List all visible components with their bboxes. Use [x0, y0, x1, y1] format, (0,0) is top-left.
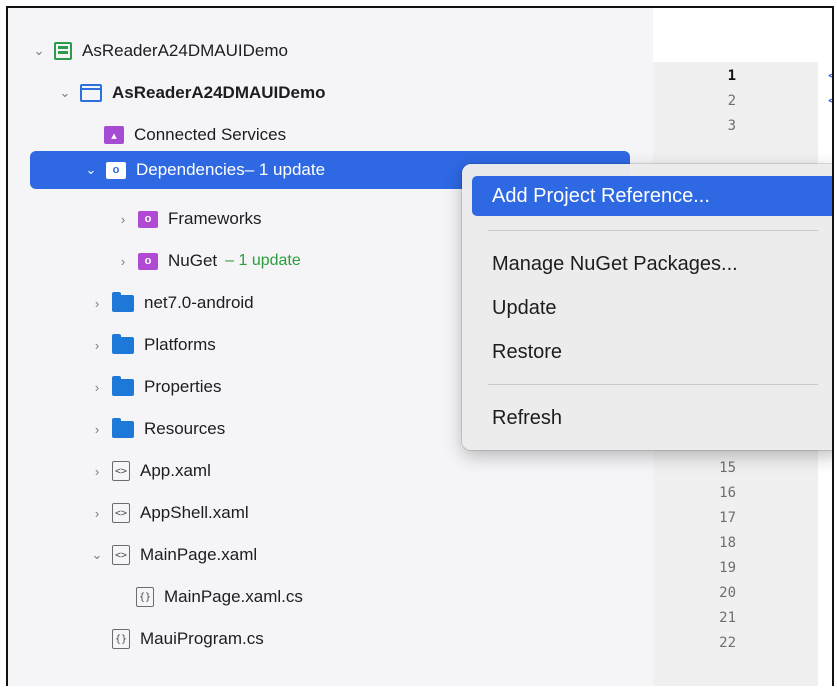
mainpage-cs-label: MainPage.xaml.cs: [164, 587, 303, 606]
line-number: 22: [719, 635, 736, 651]
chevron-right-icon[interactable]: ›: [88, 504, 106, 522]
tree-item-mainpage-xaml[interactable]: ⌄ <> MainPage.xaml: [88, 536, 637, 574]
tree-item-project[interactable]: ⌄ AsReaderA24DMAUIDemo: [56, 74, 637, 112]
app-xaml-label: App.xaml: [140, 461, 211, 480]
line-number: 21: [719, 610, 736, 626]
menu-item-update[interactable]: Update: [472, 288, 832, 328]
chevron-right-icon[interactable]: ›: [88, 462, 106, 480]
line-number: 18: [719, 535, 736, 551]
tree-item-solution[interactable]: ⌄ AsReaderA24DMAUIDemo: [30, 32, 637, 70]
menu-item-add-project-reference[interactable]: Add Project Reference...: [472, 176, 832, 216]
chevron-right-icon[interactable]: ›: [88, 294, 106, 312]
menu-item-refresh[interactable]: Refresh: [472, 398, 832, 438]
xaml-file-icon: <>: [112, 461, 130, 481]
tree-item-appshell-xaml[interactable]: › <> AppShell.xaml: [88, 494, 637, 532]
chevron-right-icon[interactable]: ›: [88, 378, 106, 396]
code-token: <: [828, 93, 832, 109]
line-number: 17: [719, 510, 736, 526]
nuget-update-badge: – 1 update: [225, 252, 301, 269]
properties-label: Properties: [144, 377, 222, 396]
line-number: 16: [719, 485, 736, 501]
tree-item-connected-services[interactable]: ▴ Connected Services: [104, 116, 637, 154]
platforms-label: Platforms: [144, 335, 216, 354]
context-menu: Add Project Reference... Manage NuGet Pa…: [462, 164, 832, 450]
tree-item-mainpage-cs[interactable]: {} MainPage.xaml.cs: [136, 578, 637, 616]
folder-icon: [112, 333, 134, 354]
line-number: 15: [719, 460, 736, 476]
folder-icon: [112, 291, 134, 312]
tree-item-mauiprogram-cs[interactable]: {} MauiProgram.cs: [112, 620, 637, 658]
chevron-down-icon[interactable]: ⌄: [30, 42, 48, 60]
line-number: 1: [727, 68, 736, 84]
code-token: <: [828, 68, 832, 84]
resources-label: Resources: [144, 419, 226, 438]
dependencies-icon: o: [106, 161, 126, 179]
connected-services-icon: ▴: [104, 126, 124, 144]
project-label: AsReaderA24DMAUIDemo: [112, 83, 326, 102]
dependencies-label: Dependencies: [136, 160, 245, 179]
ide-window: ⌄ AsReaderA24DMAUIDemo ⌄ AsReaderA24DMAU…: [6, 6, 834, 686]
line-number: 20: [719, 585, 736, 601]
chevron-down-icon[interactable]: ⌄: [82, 161, 100, 179]
frameworks-icon: o: [138, 210, 158, 228]
chevron-right-icon[interactable]: ›: [114, 252, 132, 270]
frameworks-label: Frameworks: [168, 209, 262, 228]
folder-icon: [112, 375, 134, 396]
folder-icon: [112, 417, 134, 438]
dependencies-update-badge: – 1 update: [244, 160, 326, 179]
connected-services-label: Connected Services: [134, 125, 287, 144]
xaml-file-icon: <>: [112, 545, 130, 565]
menu-item-restore[interactable]: Restore: [472, 332, 832, 372]
tree-item-app-xaml[interactable]: › <> App.xaml: [88, 452, 637, 490]
chevron-down-icon[interactable]: ⌄: [56, 84, 74, 102]
net7-android-label: net7.0-android: [144, 293, 254, 312]
nuget-icon: o: [138, 252, 158, 270]
mauiprogram-cs-label: MauiProgram.cs: [140, 629, 264, 648]
chevron-right-icon[interactable]: ›: [88, 420, 106, 438]
menu-item-manage-nuget-packages[interactable]: Manage NuGet Packages...: [472, 244, 832, 284]
solution-icon: [54, 42, 72, 60]
project-icon: [80, 84, 102, 102]
editor-tab-bar: [653, 8, 832, 63]
csharp-file-icon: {}: [112, 629, 130, 649]
menu-separator: [488, 230, 818, 231]
nuget-label: NuGet: [168, 251, 218, 270]
line-number: 19: [719, 560, 736, 576]
line-number: 3: [727, 118, 736, 134]
line-number: 2: [727, 93, 736, 109]
xaml-file-icon: <>: [112, 503, 130, 523]
chevron-right-icon[interactable]: ›: [114, 210, 132, 228]
csharp-file-icon: {}: [136, 587, 154, 607]
mainpage-xaml-label: MainPage.xaml: [140, 545, 258, 564]
menu-separator: [488, 384, 818, 385]
appshell-xaml-label: AppShell.xaml: [140, 503, 249, 522]
chevron-right-icon[interactable]: ›: [88, 336, 106, 354]
solution-label: AsReaderA24DMAUIDemo: [82, 41, 288, 60]
chevron-down-icon[interactable]: ⌄: [88, 546, 106, 564]
